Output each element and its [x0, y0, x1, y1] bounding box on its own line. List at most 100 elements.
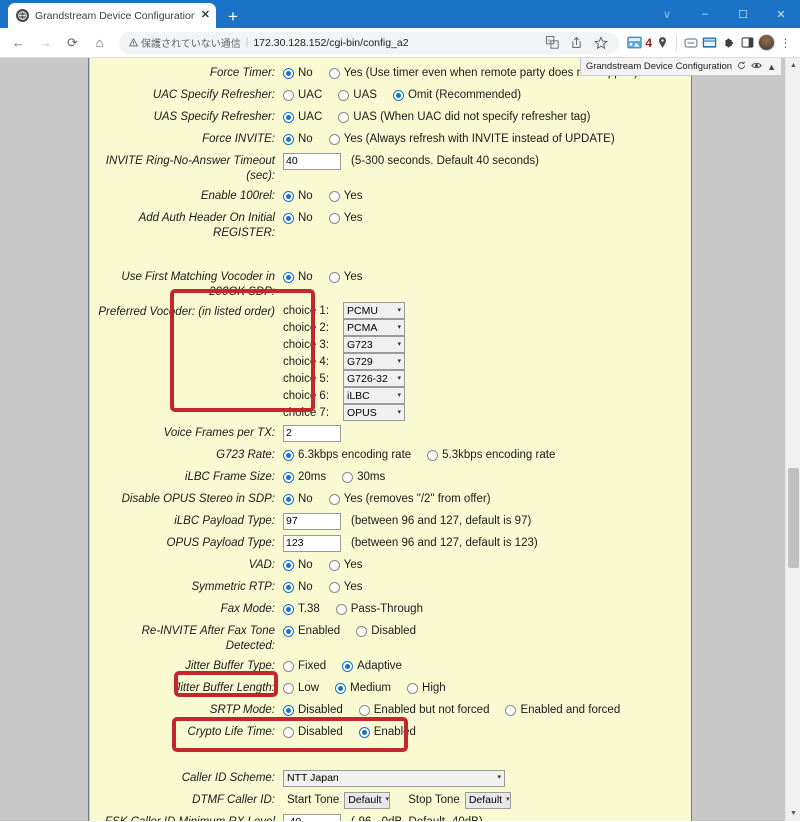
radio-button-selected[interactable] — [392, 89, 404, 101]
radio-button[interactable] — [328, 190, 340, 202]
radio-option-uas-specify-refresher-0[interactable]: UAC — [283, 109, 322, 125]
input-ilbc-payload-type[interactable] — [283, 512, 341, 530]
radio-button-selected[interactable] — [283, 471, 294, 483]
reading-mode-icon[interactable] — [682, 34, 699, 51]
input-invite-ring-no-answer-timeout[interactable] — [283, 152, 341, 170]
radio-button[interactable] — [283, 660, 294, 672]
radio-button[interactable] — [356, 625, 368, 637]
screenshot-extension-icon[interactable] — [626, 34, 643, 51]
extensions-puzzle-icon[interactable] — [720, 34, 737, 51]
radio-option-use-first-matching-vocoder-1[interactable]: Yes — [328, 269, 362, 285]
scroll-down-arrow[interactable]: ▼ — [786, 806, 800, 821]
select-vocoder-choice-2[interactable]: PCMA ▾ — [343, 319, 405, 336]
radio-button-selected[interactable] — [283, 603, 294, 615]
scroll-up-arrow[interactable]: ▲ — [786, 58, 800, 73]
radio-button[interactable] — [505, 704, 517, 716]
maximize-button[interactable]: ☐ — [724, 0, 762, 28]
radio-button[interactable] — [338, 111, 350, 123]
radio-button[interactable] — [342, 471, 354, 483]
radio-option-re-invite-after-fax-tone-detected-1[interactable]: Disabled — [356, 623, 416, 639]
reload-button[interactable]: ⟳ — [60, 30, 85, 55]
scrollbar-thumb[interactable] — [788, 468, 799, 568]
radio-option-symmetric-rtp-1[interactable]: Yes — [328, 579, 362, 595]
radio-button-selected[interactable] — [283, 493, 294, 505]
sidepanel-icon[interactable] — [739, 34, 756, 51]
extension-badge-count[interactable]: 4 — [645, 36, 652, 50]
radio-option-jitter-buffer-length-2[interactable]: High — [407, 680, 446, 696]
radio-button-selected[interactable] — [283, 449, 294, 461]
forward-button[interactable]: → — [33, 30, 58, 55]
page-scrollbar[interactable]: ▲ ▼ — [785, 58, 800, 821]
radio-button[interactable] — [328, 133, 340, 145]
radio-option-symmetric-rtp-0[interactable]: No — [283, 579, 313, 595]
radio-button[interactable] — [283, 682, 294, 694]
select-vocoder-choice-5[interactable]: G726-32 ▾ — [343, 370, 405, 387]
browser-tab[interactable]: Grandstream Device Configuration ✕ — [8, 3, 216, 28]
radio-button[interactable] — [328, 581, 340, 593]
radio-option-uac-specify-refresher-1[interactable]: UAS — [338, 87, 377, 103]
radio-button-selected[interactable] — [335, 682, 347, 694]
eye-icon[interactable] — [751, 61, 762, 72]
radio-button[interactable] — [338, 89, 350, 101]
select-caller-id-scheme[interactable]: NTT Japan ▾ — [283, 769, 505, 787]
radio-button-selected[interactable] — [283, 212, 294, 224]
radio-option-uac-specify-refresher-2[interactable]: Omit (Recommended) — [392, 87, 521, 103]
translate-icon[interactable]: A — [544, 34, 561, 51]
media-extension-icon[interactable] — [701, 34, 718, 51]
input-fsk-caller-id-minimum-rx-level[interactable] — [283, 813, 341, 821]
radio-button[interactable] — [335, 603, 347, 615]
radio-option-enable-100rel-0[interactable]: No — [283, 188, 313, 204]
location-pin-icon[interactable] — [654, 34, 671, 51]
select-stop-tone[interactable]: Default ▾ — [464, 791, 511, 809]
select-vocoder-choice-1[interactable]: PCMU ▾ — [343, 302, 405, 319]
radio-button-selected[interactable] — [283, 133, 294, 145]
radio-option-srtp-mode-0[interactable]: Disabled — [283, 702, 343, 718]
radio-option-re-invite-after-fax-tone-detected-0[interactable]: Enabled — [283, 623, 340, 639]
close-icon[interactable]: ✕ — [201, 10, 210, 21]
radio-button[interactable] — [358, 704, 370, 716]
radio-button-selected[interactable] — [283, 559, 294, 571]
radio-option-fax-mode-1[interactable]: Pass-Through — [335, 601, 423, 617]
radio-option-disable-opus-stereo-in-sdp-1[interactable]: Yes (removes "/2" from offer) — [328, 491, 491, 507]
radio-button[interactable] — [328, 271, 340, 283]
not-secure-indicator[interactable]: 保護されていない通信 — [129, 35, 241, 50]
radio-option-srtp-mode-2[interactable]: Enabled and forced — [505, 702, 620, 718]
radio-option-vad-0[interactable]: No — [283, 557, 313, 573]
radio-option-jitter-buffer-type-1[interactable]: Adaptive — [342, 658, 402, 674]
close-window-button[interactable]: ✕ — [762, 0, 800, 28]
minimize-button[interactable]: – — [686, 0, 724, 28]
input-opus-payload-type[interactable] — [283, 534, 341, 552]
radio-button[interactable] — [328, 493, 340, 505]
radio-option-ilbc-frame-size-1[interactable]: 30ms — [342, 469, 385, 485]
radio-option-g723-rate-1[interactable]: 5.3kbps encoding rate — [427, 447, 555, 463]
bookmark-star-icon[interactable] — [592, 34, 609, 51]
share-icon[interactable] — [568, 34, 585, 51]
radio-button-selected[interactable] — [283, 111, 294, 123]
radio-option-crypto-life-time-0[interactable]: Disabled — [283, 724, 343, 740]
collapse-icon[interactable]: ▲ — [767, 62, 776, 72]
select-vocoder-choice-6[interactable]: iLBC ▾ — [343, 387, 405, 404]
radio-option-ilbc-frame-size-0[interactable]: 20ms — [283, 469, 326, 485]
radio-option-vad-1[interactable]: Yes — [328, 557, 362, 573]
radio-button-selected[interactable] — [283, 67, 294, 79]
radio-option-crypto-life-time-1[interactable]: Enabled — [358, 724, 416, 740]
radio-option-jitter-buffer-length-1[interactable]: Medium — [335, 680, 391, 696]
radio-button[interactable] — [328, 67, 340, 79]
radio-button[interactable] — [407, 682, 419, 694]
radio-option-jitter-buffer-type-0[interactable]: Fixed — [283, 658, 326, 674]
avatar[interactable] — [758, 34, 775, 51]
radio-button-selected[interactable] — [283, 581, 294, 593]
radio-button-selected[interactable] — [283, 190, 294, 202]
radio-button[interactable] — [427, 449, 439, 461]
radio-option-enable-100rel-1[interactable]: Yes — [328, 188, 362, 204]
radio-option-add-auth-header-on-initial-register-0[interactable]: No — [283, 210, 313, 226]
radio-option-srtp-mode-1[interactable]: Enabled but not forced — [358, 702, 489, 718]
radio-option-disable-opus-stereo-in-sdp-0[interactable]: No — [283, 491, 313, 507]
radio-option-g723-rate-0[interactable]: 6.3kbps encoding rate — [283, 447, 411, 463]
radio-button-selected[interactable] — [283, 271, 294, 283]
radio-option-force-invite-1[interactable]: Yes (Always refresh with INVITE instead … — [328, 131, 615, 147]
home-button[interactable]: ⌂ — [87, 30, 112, 55]
radio-button[interactable] — [283, 89, 294, 101]
input-voice-frames-per-tx[interactable] — [283, 424, 341, 442]
new-tab-button[interactable]: + — [228, 8, 238, 25]
